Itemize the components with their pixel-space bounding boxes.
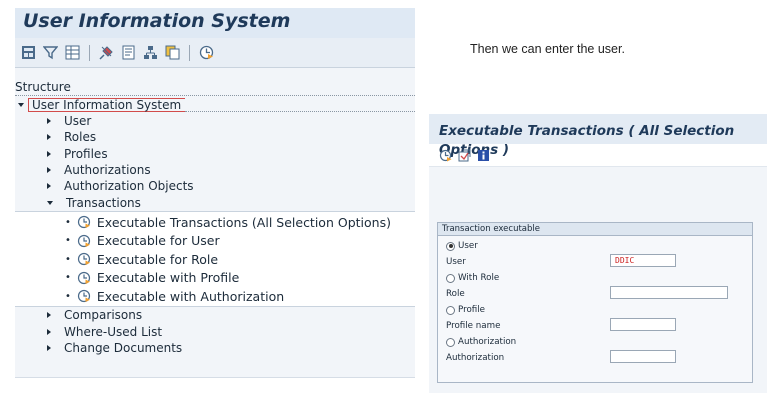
tree-item-label[interactable]: Authorization Objects	[64, 179, 194, 193]
selection-screen: Transaction executable User User DDIC Wi…	[429, 166, 767, 393]
executable-transactions-window: Executable Transactions ( All Selection …	[429, 114, 767, 393]
tree-item-user[interactable]: User	[15, 113, 415, 129]
toolbar-separator	[189, 44, 190, 61]
pin-icon[interactable]	[99, 45, 114, 60]
radio-role-row[interactable]: With Role	[446, 273, 499, 283]
tree-item-label[interactable]: Executable for Role	[97, 252, 218, 267]
tree-item-executable-with-authorization[interactable]: • Executable with Authorization	[15, 287, 415, 306]
application-toolbar	[429, 144, 767, 166]
clock-execute-icon	[77, 252, 91, 266]
expand-icon[interactable]	[47, 167, 51, 174]
role-field[interactable]	[610, 286, 728, 299]
tree-item-label[interactable]: Executable Transactions (All Selection O…	[97, 215, 391, 230]
tree-item-executable-with-profile[interactable]: • Executable with Profile	[15, 268, 415, 287]
tree-item-authorizations[interactable]: Authorizations	[15, 162, 415, 178]
expand-icon[interactable]	[47, 345, 51, 352]
bullet-icon: •	[65, 216, 71, 228]
radio-profile-row[interactable]: Profile	[446, 305, 485, 315]
tree-item-label[interactable]: Change Documents	[64, 341, 182, 355]
authorization-field[interactable]	[610, 350, 676, 363]
radio-profile-label: Profile	[458, 305, 486, 315]
bullet-icon: •	[65, 272, 71, 284]
tree-item-profiles[interactable]: Profiles	[15, 146, 415, 162]
tree-item-roles[interactable]: Roles	[15, 129, 415, 145]
bullet-icon: •	[65, 290, 71, 302]
filter-icon[interactable]	[43, 45, 58, 60]
tree-item-label[interactable]: Where-Used List	[64, 325, 162, 339]
profile-name-field[interactable]	[610, 318, 676, 331]
radio-with-role[interactable]	[446, 273, 455, 283]
tree-item-label[interactable]: User	[64, 114, 91, 128]
window-title: User Information System	[23, 10, 291, 32]
tree-item-executable-for-user[interactable]: • Executable for User	[15, 231, 415, 250]
radio-authorization[interactable]	[446, 337, 455, 347]
tree-item-label[interactable]: Transactions	[66, 196, 141, 210]
window-title-bar: Executable Transactions ( All Selection …	[429, 114, 767, 158]
authorization-field-label: Authorization	[446, 353, 505, 363]
group-title: Transaction executable	[438, 223, 752, 236]
tree-item-label[interactable]: Executable for User	[97, 233, 220, 248]
hierarchy-icon[interactable]	[143, 45, 158, 60]
toolbar-separator	[89, 44, 90, 61]
radio-authorization-label: Authorization	[458, 337, 517, 347]
structure-area: Structure User Information System User R…	[15, 68, 415, 378]
copy-icon[interactable]	[165, 45, 180, 60]
tree-item-authorization-objects[interactable]: Authorization Objects	[15, 178, 415, 194]
tree-item-where-used-list[interactable]: Where-Used List	[15, 324, 415, 340]
profile-field-label: Profile name	[446, 321, 501, 331]
radio-user-row[interactable]: User	[446, 241, 478, 251]
tree-item-executable-for-role[interactable]: • Executable for Role	[15, 250, 415, 269]
tree-item-label[interactable]: Executable with Authorization	[97, 289, 284, 304]
radio-user[interactable]	[446, 241, 455, 251]
table-icon[interactable]	[65, 45, 80, 60]
expand-icon[interactable]	[47, 183, 51, 190]
expand-icon[interactable]	[47, 118, 51, 125]
clock-execute-icon[interactable]	[438, 148, 453, 163]
expand-icon[interactable]	[47, 312, 51, 319]
bullet-icon: •	[65, 235, 71, 247]
document-icon[interactable]	[121, 45, 136, 60]
clock-execute-icon	[77, 234, 91, 248]
user-field[interactable]: DDIC	[610, 254, 676, 267]
tree-item-transactions[interactable]: Transactions	[15, 194, 415, 210]
application-toolbar	[15, 38, 415, 68]
caption-text: Then we can enter the user.	[470, 42, 625, 56]
user-field-label: User	[446, 257, 466, 267]
tree-item-change-documents[interactable]: Change Documents	[15, 340, 415, 356]
tree-item-comparisons[interactable]: Comparisons	[15, 307, 415, 323]
structure-header: Structure	[15, 80, 415, 96]
transactions-subtree: • Executable Transactions (All Selection…	[15, 210, 415, 308]
variant-icon[interactable]	[457, 148, 472, 163]
selection-dotted-line	[185, 98, 415, 112]
window-title-bar: User Information System	[15, 8, 415, 38]
collapse-icon[interactable]	[47, 200, 53, 205]
radio-authorization-row[interactable]: Authorization	[446, 337, 516, 347]
transaction-executable-group: Transaction executable User User DDIC Wi…	[437, 222, 753, 383]
tree-root-node[interactable]: User Information System	[15, 97, 415, 113]
clock-execute-icon	[77, 289, 91, 303]
clock-execute-icon[interactable]	[199, 45, 214, 60]
user-information-system-window: User Information System Structure User I…	[15, 8, 415, 392]
structure-tree: User Information System User Roles Profi…	[15, 97, 415, 356]
tree-item-label[interactable]: Comparisons	[64, 308, 142, 322]
tree-item-label[interactable]: Authorizations	[64, 163, 151, 177]
radio-profile[interactable]	[446, 305, 455, 315]
bullet-icon: •	[65, 253, 71, 265]
grid-save-icon[interactable]	[21, 45, 36, 60]
expand-icon[interactable]	[47, 328, 51, 335]
tree-item-label[interactable]: Executable with Profile	[97, 270, 239, 285]
clock-execute-icon	[77, 271, 91, 285]
tree-item-executable-transactions[interactable]: • Executable Transactions (All Selection…	[15, 213, 415, 232]
info-icon[interactable]	[476, 148, 491, 163]
collapse-icon[interactable]	[18, 103, 24, 107]
expand-icon[interactable]	[47, 150, 51, 157]
expand-icon[interactable]	[47, 134, 51, 141]
radio-role-label: With Role	[458, 273, 500, 283]
role-field-label: Role	[446, 289, 465, 299]
tree-item-label[interactable]: Roles	[64, 130, 96, 144]
tree-root-label[interactable]: User Information System	[28, 98, 186, 112]
radio-user-label: User	[458, 241, 478, 251]
clock-execute-icon	[77, 215, 91, 229]
tree-item-label[interactable]: Profiles	[64, 147, 108, 161]
